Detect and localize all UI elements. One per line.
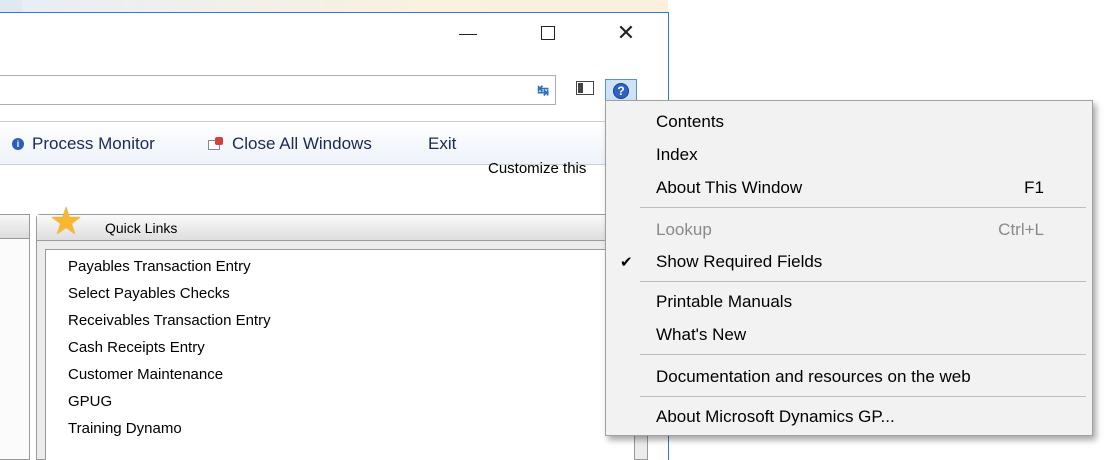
quick-link-payables-transaction-entry[interactable]: Payables Transaction Entry xyxy=(68,258,251,275)
close-all-windows-button[interactable]: Close All Windows xyxy=(208,134,372,154)
maximize-icon xyxy=(541,26,555,40)
title-bar: ✕ xyxy=(0,13,668,53)
left-panel-header xyxy=(0,215,29,239)
minimize-button[interactable] xyxy=(456,21,480,45)
quick-link-training-dynamo[interactable]: Training Dynamo xyxy=(68,420,182,437)
menu-item-index[interactable]: Index xyxy=(656,145,698,165)
checkmark-icon: ✔ xyxy=(620,254,633,271)
quick-link-customer-maintenance[interactable]: Customer Maintenance xyxy=(68,366,223,383)
menu-separator xyxy=(640,396,1086,397)
refresh-arrows-icon[interactable]: ↹ xyxy=(537,82,549,99)
menu-item-show-required-fields[interactable]: Show Required Fields xyxy=(656,252,822,272)
about-this-window-shortcut: F1 xyxy=(1024,178,1044,197)
info-icon: i xyxy=(12,138,24,150)
menu-separator xyxy=(640,207,1086,208)
quick-link-cash-receipts-entry[interactable]: Cash Receipts Entry xyxy=(68,339,205,356)
menu-separator xyxy=(640,354,1086,355)
left-panel xyxy=(0,214,30,460)
quick-link-gpug[interactable]: GPUG xyxy=(68,393,112,410)
close-windows-icon xyxy=(208,137,224,151)
menu-separator xyxy=(640,281,1086,282)
process-monitor-label: Process Monitor xyxy=(32,134,155,153)
menu-item-about-this-window[interactable]: About This Window xyxy=(656,178,802,198)
customize-link[interactable]: Customize this xyxy=(488,160,586,177)
menu-item-documentation[interactable]: Documentation and resources on the web xyxy=(656,367,971,387)
quick-links-title: Quick Links xyxy=(105,220,178,236)
exit-button[interactable]: Exit xyxy=(428,134,456,154)
quick-links-header[interactable]: Quick Links xyxy=(37,215,647,241)
menu-item-printable-manuals[interactable]: Printable Manuals xyxy=(656,292,792,312)
address-bar[interactable]: ↹ xyxy=(0,75,556,105)
menu-item-whats-new[interactable]: What's New xyxy=(656,325,746,345)
quick-link-receivables-transaction-entry[interactable]: Receivables Transaction Entry xyxy=(68,312,271,329)
exit-label: Exit xyxy=(428,134,457,153)
help-icon: ? xyxy=(613,83,629,99)
quick-links-panel: Quick Links ★ Payables Transaction Entry… xyxy=(36,203,648,460)
menu-item-contents[interactable]: Contents xyxy=(656,112,724,132)
toolbar: i Process Monitor Close All Windows Exit xyxy=(0,121,668,165)
menu-item-about-dynamics-gp[interactable]: About Microsoft Dynamics GP... xyxy=(656,407,895,427)
lookup-shortcut: Ctrl+L xyxy=(998,220,1044,239)
quick-link-select-payables-checks[interactable]: Select Payables Checks xyxy=(68,285,230,302)
process-monitor-button[interactable]: i Process Monitor xyxy=(12,134,155,154)
pane-layout-icon[interactable] xyxy=(576,81,594,97)
help-context-menu: Contents Index About This Window F1 Look… xyxy=(605,100,1093,436)
maximize-button[interactable] xyxy=(536,21,560,45)
star-icon: ★ xyxy=(49,201,84,243)
quick-links-list: Payables Transaction Entry Select Payabl… xyxy=(45,249,635,460)
menu-item-lookup[interactable]: Lookup xyxy=(656,220,712,240)
minimize-icon xyxy=(459,33,477,35)
close-all-windows-label: Close All Windows xyxy=(232,134,372,153)
close-button[interactable]: ✕ xyxy=(614,21,638,45)
